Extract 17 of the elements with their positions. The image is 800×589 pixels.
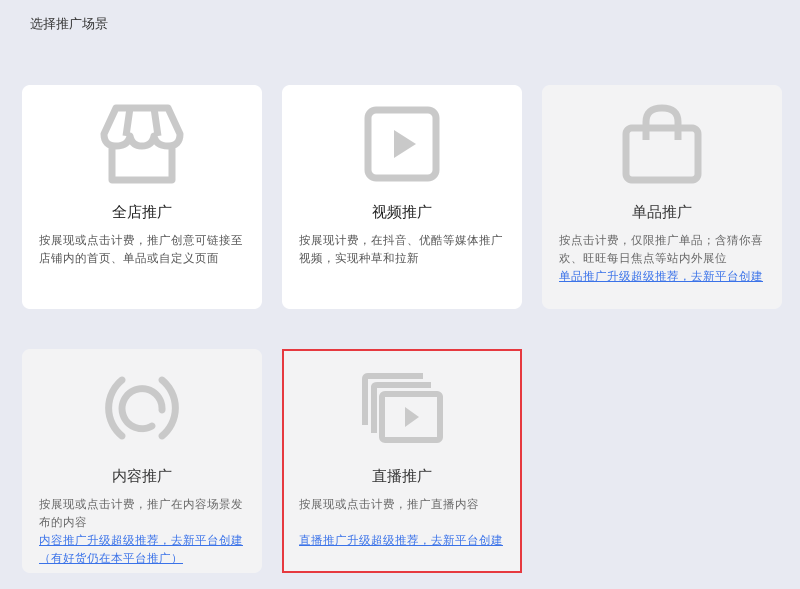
scenario-card[interactable]: 视频推广 按展现计费，在抖音、优酷等媒体推广视频，实现种草和拉新 — [282, 85, 522, 309]
card-description: 按展现或点击计费，推广直播内容 — [299, 496, 480, 513]
scenario-card[interactable]: 全店推广 按展现或点击计费，推广创意可链接至店铺内的首页、单品或自定义页面 — [22, 85, 262, 309]
card-title: 视频推广 — [371, 202, 433, 223]
card-title: 全店推广 — [111, 202, 173, 223]
store-icon — [100, 104, 184, 184]
card-title: 单品推广 — [631, 202, 693, 223]
card-title: 内容推广 — [111, 466, 173, 487]
video-stack-icon — [361, 373, 443, 443]
play-video-icon — [364, 106, 440, 182]
card-description: 按点击计费，仅限推广单品；含猜你喜欢、旺旺每日焦点等站内外展位 — [559, 232, 764, 267]
card-description: 按展现计费，在抖音、优酷等媒体推广视频，实现种草和拉新 — [299, 232, 504, 267]
page-title: 选择推广场景 — [30, 16, 109, 34]
card-description: 按展现或点击计费，推广在内容场景发布的内容 — [39, 496, 244, 531]
card-title: 直播推广 — [371, 466, 433, 487]
shopping-bag-icon — [622, 104, 702, 184]
card-description: 按展现或点击计费，推广创意可链接至店铺内的首页、单品或自定义页面 — [39, 232, 244, 267]
